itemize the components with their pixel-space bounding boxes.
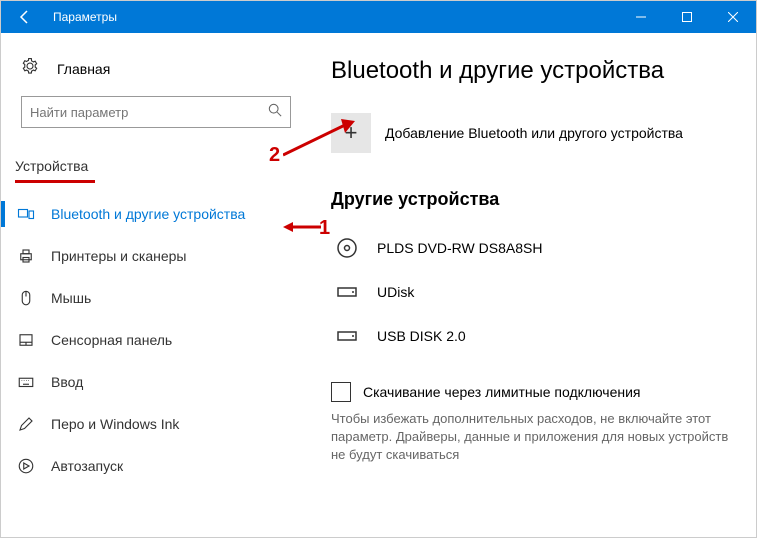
nav-pen[interactable]: Перо и Windows Ink: [1, 403, 311, 445]
back-button[interactable]: [1, 1, 49, 33]
home-label: Главная: [57, 61, 110, 77]
nav-bluetooth[interactable]: Bluetooth и другие устройства: [1, 193, 311, 235]
titlebar: Параметры: [1, 1, 756, 33]
devices-icon: [15, 205, 37, 223]
touchpad-icon: [15, 331, 37, 349]
nav-label: Ввод: [51, 374, 83, 390]
metered-checkbox[interactable]: [331, 382, 351, 402]
nav-typing[interactable]: Ввод: [1, 361, 311, 403]
add-button[interactable]: +: [331, 113, 371, 153]
search-box[interactable]: [21, 96, 291, 128]
home-nav[interactable]: Главная: [1, 49, 311, 88]
nav-label: Принтеры и сканеры: [51, 248, 186, 264]
device-row[interactable]: USB DISK 2.0: [331, 314, 736, 358]
add-device-row[interactable]: + Добавление Bluetooth или другого устро…: [331, 113, 736, 153]
nav-printers[interactable]: Принтеры и сканеры: [1, 235, 311, 277]
disc-icon: [331, 236, 363, 260]
device-name: USB DISK 2.0: [377, 328, 466, 344]
device-name: PLDS DVD-RW DS8A8SH: [377, 240, 542, 256]
nav-label: Сенсорная панель: [51, 332, 172, 348]
nav-label: Bluetooth и другие устройства: [51, 206, 245, 222]
pen-icon: [15, 415, 37, 433]
search-input[interactable]: [30, 105, 268, 120]
nav-label: Автозапуск: [51, 458, 123, 474]
gear-icon: [21, 57, 41, 80]
device-row[interactable]: UDisk: [331, 270, 736, 314]
window-controls: [618, 1, 756, 33]
nav-mouse[interactable]: Мышь: [1, 277, 311, 319]
close-button[interactable]: [710, 1, 756, 33]
nav-touchpad[interactable]: Сенсорная панель: [1, 319, 311, 361]
main-panel: Bluetooth и другие устройства + Добавлен…: [311, 33, 756, 537]
drive-icon: [331, 324, 363, 348]
keyboard-icon: [15, 373, 37, 391]
page-title: Bluetooth и другие устройства: [331, 57, 736, 85]
device-name: UDisk: [377, 284, 414, 300]
annotation-underline: [15, 180, 95, 183]
metered-row[interactable]: Скачивание через лимитные подключения: [331, 382, 736, 402]
search-icon: [268, 103, 282, 122]
metered-label: Скачивание через лимитные подключения: [363, 384, 640, 400]
other-devices-header: Другие устройства: [331, 189, 736, 210]
nav-label: Мышь: [51, 290, 91, 306]
autoplay-icon: [15, 457, 37, 475]
category-header: Устройства: [1, 148, 311, 178]
add-label: Добавление Bluetooth или другого устройс…: [385, 125, 683, 141]
nav-autoplay[interactable]: Автозапуск: [1, 445, 311, 487]
mouse-icon: [15, 289, 37, 307]
metered-description: Чтобы избежать дополнительных расходов, …: [331, 410, 736, 465]
nav-label: Перо и Windows Ink: [51, 416, 179, 432]
drive-icon: [331, 280, 363, 304]
window-title: Параметры: [49, 10, 618, 24]
printer-icon: [15, 247, 37, 265]
sidebar: Главная Устройства Bluetooth и другие ус…: [1, 33, 311, 537]
device-row[interactable]: PLDS DVD-RW DS8A8SH: [331, 226, 736, 270]
maximize-button[interactable]: [664, 1, 710, 33]
plus-icon: +: [345, 120, 358, 146]
minimize-button[interactable]: [618, 1, 664, 33]
